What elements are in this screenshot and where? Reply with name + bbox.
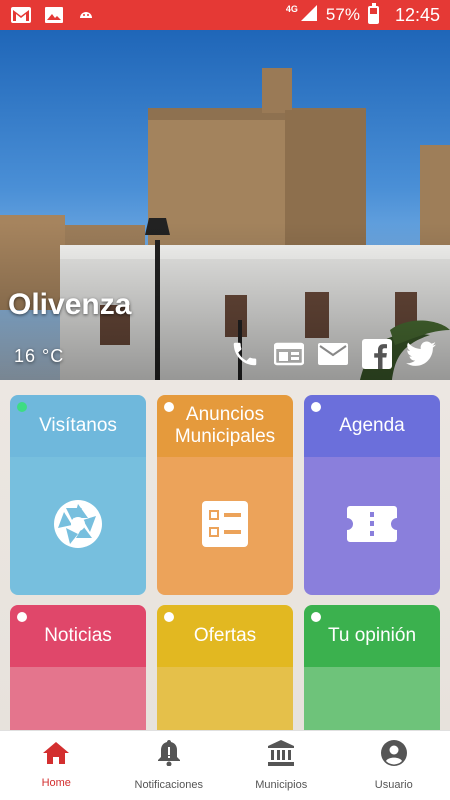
status-bar: 4G 57% 12:45: [0, 0, 450, 30]
tile-ofertas[interactable]: Ofertas: [157, 605, 293, 730]
nav-usuario[interactable]: Usuario: [338, 731, 450, 800]
status-dot: [17, 402, 27, 412]
ticket-icon: [346, 504, 398, 549]
tile-noticias[interactable]: Noticias: [10, 605, 146, 730]
clock: 12:45: [394, 4, 440, 25]
phone-icon[interactable]: [228, 337, 262, 371]
tile-anuncios-municipales[interactable]: Anuncios Municipales: [157, 395, 293, 595]
tile-body: [304, 457, 440, 595]
user-icon: [380, 740, 407, 771]
town-photo: [0, 30, 450, 380]
city-name: Olivenza: [8, 288, 132, 321]
temperature: 16 °C: [14, 346, 65, 366]
tile-header: Tu opinión: [304, 605, 440, 667]
nav-municipios[interactable]: Municipios: [225, 731, 338, 800]
tile-body: [10, 457, 146, 595]
battery-icon: [367, 3, 379, 24]
status-dot: [311, 612, 321, 622]
tile-header: Visítanos: [10, 395, 146, 457]
tile-label: Tu opinión: [327, 625, 417, 646]
tile-tu-opinion[interactable]: Tu opinión: [304, 605, 440, 730]
facebook-icon[interactable]: [360, 337, 394, 371]
tile-header: Ofertas: [157, 605, 293, 667]
hero-banner: Olivenza 16 °C: [0, 30, 450, 380]
nav-label: Usuario: [374, 779, 413, 791]
nav-label: Municipios: [255, 779, 308, 791]
bell-icon: [157, 740, 180, 771]
checklist-icon: [202, 500, 248, 552]
bank-icon: [268, 740, 295, 771]
nav-label: Notificaciones: [134, 779, 203, 791]
android-icon: [78, 6, 100, 24]
nav-home[interactable]: Home: [0, 731, 113, 800]
bottom-navigation: Home Notificaciones Municipios Usuario: [0, 730, 450, 800]
contact-actions: [228, 337, 438, 371]
signal-icon: [300, 4, 318, 27]
tile-label: Anuncios Municipales: [174, 404, 276, 447]
battery-percent: 57%: [325, 5, 360, 24]
tile-body: [157, 457, 293, 595]
tile-body: [157, 667, 293, 730]
image-icon: [44, 6, 66, 24]
tile-visitanos[interactable]: Visítanos: [10, 395, 146, 595]
nav-label: Home: [41, 777, 71, 789]
tile-label: Agenda: [339, 415, 405, 436]
status-dot: [164, 402, 174, 412]
gmail-icon: [10, 6, 32, 24]
mail-icon[interactable]: [316, 337, 350, 371]
tile-body: [304, 667, 440, 730]
menu-grid: Visítanos Anuncios Municipales Agenda No…: [0, 380, 450, 730]
aperture-icon: [52, 498, 104, 555]
tile-agenda[interactable]: Agenda: [304, 395, 440, 595]
status-dot: [17, 612, 27, 622]
tile-body: [10, 667, 146, 730]
home-icon: [43, 742, 70, 769]
web-icon[interactable]: [272, 337, 306, 371]
tile-header: Agenda: [304, 395, 440, 457]
twitter-icon[interactable]: [404, 337, 438, 371]
tile-label: Visítanos: [39, 415, 117, 436]
tile-label: Ofertas: [193, 625, 257, 646]
status-dot: [311, 402, 321, 412]
tile-header: Noticias: [10, 605, 146, 667]
tile-label: Noticias: [44, 625, 112, 646]
status-dot: [164, 612, 174, 622]
nav-notificaciones[interactable]: Notificaciones: [113, 731, 226, 800]
tile-header: Anuncios Municipales: [157, 395, 293, 457]
network-type: 4G: [285, 4, 298, 14]
